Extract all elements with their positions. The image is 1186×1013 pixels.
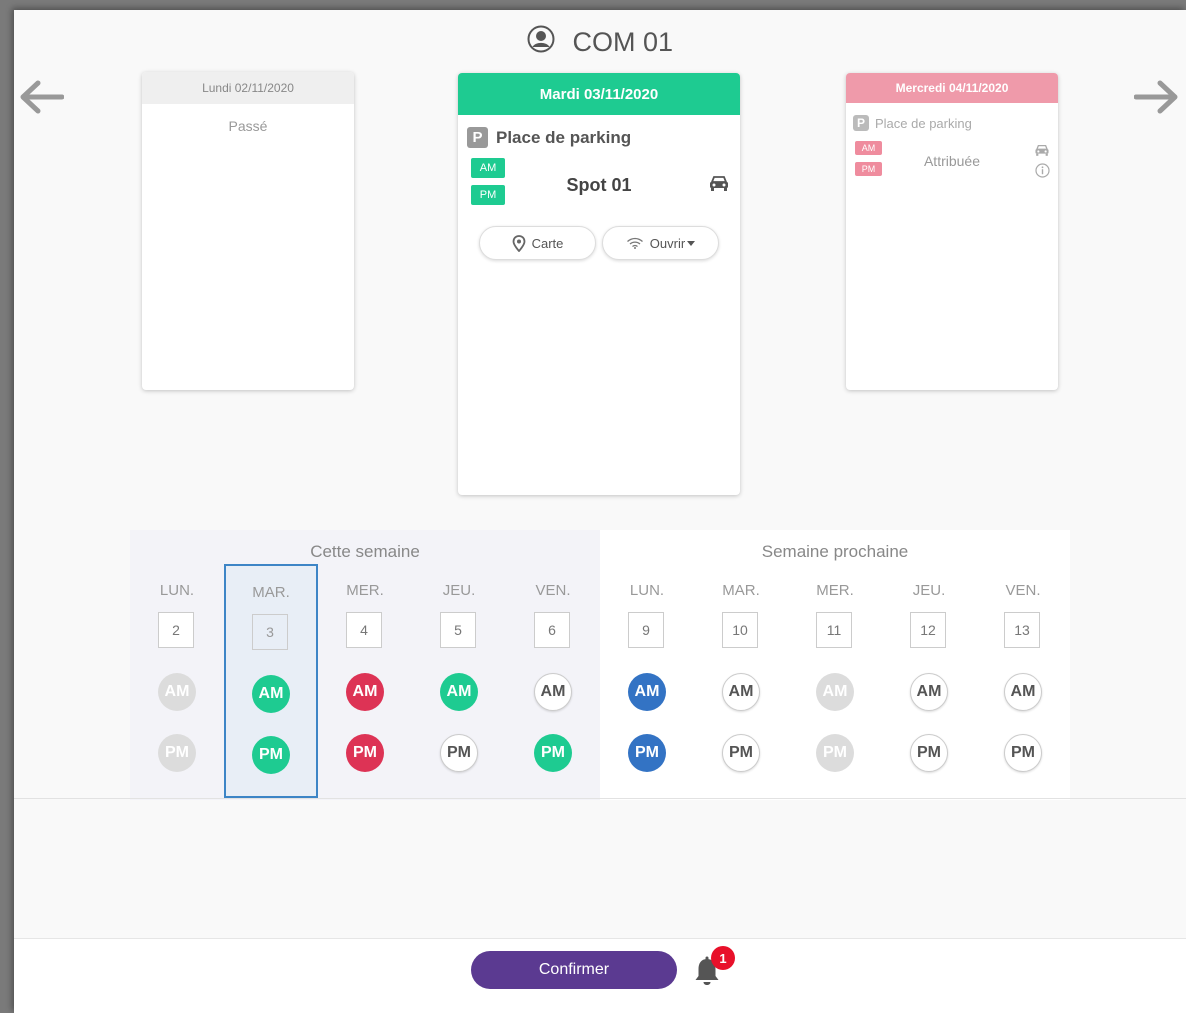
day-number[interactable]: 12 xyxy=(910,612,946,648)
day-card-next[interactable]: Mercredi 04/11/2020 P Place de parking A… xyxy=(846,73,1058,390)
am-slot-toggle[interactable]: AM xyxy=(158,673,196,711)
service-row: P Place de parking xyxy=(853,115,1058,131)
previous-day-arrow-icon[interactable] xyxy=(18,80,64,114)
day-number[interactable]: 2 xyxy=(158,612,194,648)
day-name: VEN. xyxy=(1005,582,1041,599)
day-card-current[interactable]: Mardi 03/11/2020 P Place de parking AM P… xyxy=(458,73,740,495)
pm-slot-toggle[interactable]: PM xyxy=(910,734,948,772)
past-label: Passé xyxy=(228,118,268,134)
day-name: MAR. xyxy=(252,584,290,601)
day-number[interactable]: 5 xyxy=(440,612,476,648)
day-column[interactable]: LUN. 9 AM PM xyxy=(600,530,694,800)
pm-slot-toggle[interactable]: PM xyxy=(346,734,384,772)
ouvrir-dropdown-button[interactable]: Ouvrir xyxy=(602,226,719,260)
pm-slot-toggle[interactable]: PM xyxy=(722,734,760,772)
day-name: MER. xyxy=(346,582,384,599)
day-card-past[interactable]: Lundi 02/11/2020 Passé xyxy=(142,72,354,390)
am-slot-toggle[interactable]: AM xyxy=(722,673,760,711)
service-row: P Place de parking xyxy=(467,127,740,148)
day-card-date: Lundi 02/11/2020 xyxy=(142,72,354,104)
day-name: LUN. xyxy=(629,582,665,599)
app-frame: COM 01 Lundi 02/11/2020 Passé Mardi 03/1… xyxy=(14,10,1186,1013)
day-column[interactable]: JEU. 5 AM PM xyxy=(412,530,506,800)
pm-slot-toggle[interactable]: PM xyxy=(534,734,572,772)
car-icon xyxy=(710,176,728,191)
footer-bar: Confirmer 1 xyxy=(14,938,1186,1013)
service-label: Place de parking xyxy=(875,115,972,131)
am-slot-toggle[interactable]: AM xyxy=(440,673,478,711)
pm-slot-toggle[interactable]: PM xyxy=(816,734,854,772)
wifi-icon xyxy=(626,237,643,249)
status-label: Attribuée xyxy=(923,153,981,169)
header: COM 01 xyxy=(14,22,1186,58)
action-buttons: Carte Ouvrir xyxy=(458,226,740,260)
map-pin-icon xyxy=(512,234,525,252)
page-title: COM 01 xyxy=(572,26,674,57)
day-column[interactable]: LUN. 2 AM PM xyxy=(130,530,224,800)
day-number[interactable]: 3 xyxy=(252,614,288,650)
day-column[interactable]: MAR. 10 AM PM xyxy=(694,530,788,800)
spot-name: Spot 01 xyxy=(566,175,632,195)
day-card-date: Mardi 03/11/2020 xyxy=(458,73,740,115)
am-slot-toggle[interactable]: AM xyxy=(1004,673,1042,711)
day-column[interactable]: MAR. 3 AM PM xyxy=(224,564,318,798)
am-slot-toggle[interactable]: AM xyxy=(816,673,854,711)
pm-slot-toggle[interactable]: PM xyxy=(158,734,196,772)
day-card-date: Mercredi 04/11/2020 xyxy=(846,73,1058,103)
next-day-arrow-icon[interactable] xyxy=(1134,80,1180,114)
service-label: Place de parking xyxy=(496,127,632,147)
am-slot-toggle[interactable]: AM xyxy=(628,673,666,711)
pm-slot-toggle[interactable]: PM xyxy=(440,734,478,772)
notification-badge: 1 xyxy=(711,946,735,970)
day-number[interactable]: 9 xyxy=(628,612,664,648)
am-slot-toggle[interactable]: AM xyxy=(346,673,384,711)
caret-down-icon xyxy=(687,240,696,246)
am-slot-toggle[interactable]: AM xyxy=(910,673,948,711)
carte-label: Carte xyxy=(531,235,564,251)
pm-slot-toggle[interactable]: PM xyxy=(252,736,290,774)
confirm-button[interactable]: Confirmer xyxy=(471,951,677,989)
am-slot-toggle[interactable]: AM xyxy=(252,675,290,713)
day-name: LUN. xyxy=(159,582,195,599)
day-number[interactable]: 4 xyxy=(346,612,382,648)
day-name: VEN. xyxy=(535,582,571,599)
day-number[interactable]: 6 xyxy=(534,612,570,648)
next-week: Semaine prochaine LUN. 9 AM PM MAR. 10 AM PM MER… xyxy=(600,530,1070,800)
user-circle-icon xyxy=(527,25,555,53)
parking-icon: P xyxy=(853,115,869,131)
day-name: MER. xyxy=(816,582,854,599)
pm-slot-toggle[interactable]: PM xyxy=(628,734,666,772)
spot-row: AM PM Spot 01 xyxy=(458,158,740,216)
divider xyxy=(14,798,1186,799)
car-icon xyxy=(1035,144,1049,156)
spot-row: AM PM Attribuée xyxy=(846,141,1058,185)
carte-button[interactable]: Carte xyxy=(479,226,596,260)
day-number[interactable]: 11 xyxy=(816,612,852,648)
day-column[interactable]: MER. 11 AM PM xyxy=(788,530,882,800)
this-week: Cette semaine LUN. 2 AM PM MAR. 3 AM PM MER. 4 AM P… xyxy=(130,530,600,800)
week-calendar: Cette semaine LUN. 2 AM PM MAR. 3 AM PM MER. 4 AM P… xyxy=(130,530,1070,800)
day-column[interactable]: MER. 4 AM PM xyxy=(318,530,412,800)
info-icon[interactable] xyxy=(1035,163,1050,178)
day-name: MAR. xyxy=(722,582,760,599)
day-column[interactable]: VEN. 13 AM PM xyxy=(976,530,1070,800)
am-slot-toggle[interactable]: AM xyxy=(534,673,572,711)
parking-icon: P xyxy=(467,127,488,148)
pm-slot-toggle[interactable]: PM xyxy=(1004,734,1042,772)
day-column[interactable]: JEU. 12 AM PM xyxy=(882,530,976,800)
day-column[interactable]: VEN. 6 AM PM xyxy=(506,530,600,800)
day-name: JEU. xyxy=(442,582,476,599)
day-number[interactable]: 13 xyxy=(1004,612,1040,648)
day-number[interactable]: 10 xyxy=(722,612,758,648)
ouvrir-label: Ouvrir xyxy=(649,235,686,251)
day-name: JEU. xyxy=(912,582,946,599)
